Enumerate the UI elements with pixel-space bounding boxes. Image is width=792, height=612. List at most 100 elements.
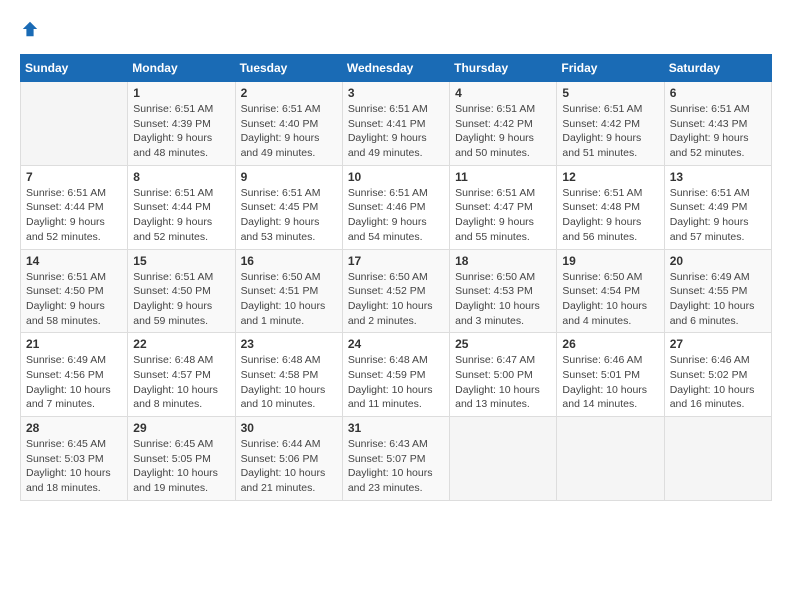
day-number: 2 bbox=[241, 86, 337, 100]
day-number: 5 bbox=[562, 86, 658, 100]
day-number: 18 bbox=[455, 254, 551, 268]
day-number: 13 bbox=[670, 170, 766, 184]
day-number: 31 bbox=[348, 421, 444, 435]
day-number: 24 bbox=[348, 337, 444, 351]
day-number: 22 bbox=[133, 337, 229, 351]
calendar-header: SundayMondayTuesdayWednesdayThursdayFrid… bbox=[21, 55, 772, 82]
day-info: Sunrise: 6:48 AM Sunset: 4:57 PM Dayligh… bbox=[133, 353, 229, 412]
calendar-cell: 22 Sunrise: 6:48 AM Sunset: 4:57 PM Dayli… bbox=[128, 333, 235, 417]
day-info: Sunrise: 6:49 AM Sunset: 4:55 PM Dayligh… bbox=[670, 270, 766, 329]
calendar-cell: 23 Sunrise: 6:48 AM Sunset: 4:58 PM Dayli… bbox=[235, 333, 342, 417]
day-info: Sunrise: 6:44 AM Sunset: 5:06 PM Dayligh… bbox=[241, 437, 337, 496]
day-number: 9 bbox=[241, 170, 337, 184]
day-number: 17 bbox=[348, 254, 444, 268]
day-info: Sunrise: 6:51 AM Sunset: 4:39 PM Dayligh… bbox=[133, 102, 229, 161]
calendar-cell: 11 Sunrise: 6:51 AM Sunset: 4:47 PM Dayli… bbox=[450, 165, 557, 249]
day-info: Sunrise: 6:48 AM Sunset: 4:59 PM Dayligh… bbox=[348, 353, 444, 412]
logo bbox=[20, 20, 40, 38]
calendar-cell: 31 Sunrise: 6:43 AM Sunset: 5:07 PM Dayli… bbox=[342, 417, 449, 501]
calendar-week-row: 21Sunrise: 6:49 AM Sunset: 4:56 PM Dayli… bbox=[21, 333, 772, 417]
day-info: Sunrise: 6:51 AM Sunset: 4:41 PM Dayligh… bbox=[348, 102, 444, 161]
day-number: 6 bbox=[670, 86, 766, 100]
day-info: Sunrise: 6:50 AM Sunset: 4:54 PM Dayligh… bbox=[562, 270, 658, 329]
day-number: 19 bbox=[562, 254, 658, 268]
day-info: Sunrise: 6:45 AM Sunset: 5:03 PM Dayligh… bbox=[26, 437, 122, 496]
logo-icon bbox=[21, 20, 39, 38]
day-number: 25 bbox=[455, 337, 551, 351]
weekday-header: Tuesday bbox=[235, 55, 342, 82]
day-info: Sunrise: 6:46 AM Sunset: 5:02 PM Dayligh… bbox=[670, 353, 766, 412]
day-info: Sunrise: 6:51 AM Sunset: 4:49 PM Dayligh… bbox=[670, 186, 766, 245]
day-number: 12 bbox=[562, 170, 658, 184]
calendar-cell bbox=[664, 417, 771, 501]
calendar-cell: 24 Sunrise: 6:48 AM Sunset: 4:59 PM Dayli… bbox=[342, 333, 449, 417]
calendar-cell: 27 Sunrise: 6:46 AM Sunset: 5:02 PM Dayli… bbox=[664, 333, 771, 417]
day-info: Sunrise: 6:51 AM Sunset: 4:45 PM Dayligh… bbox=[241, 186, 337, 245]
day-info: Sunrise: 6:46 AM Sunset: 5:01 PM Dayligh… bbox=[562, 353, 658, 412]
day-number: 11 bbox=[455, 170, 551, 184]
calendar-week-row: 1 Sunrise: 6:51 AM Sunset: 4:39 PM Daylig… bbox=[21, 82, 772, 166]
day-number: 27 bbox=[670, 337, 766, 351]
day-info: Sunrise: 6:51 AM Sunset: 4:47 PM Dayligh… bbox=[455, 186, 551, 245]
calendar-cell: 3 Sunrise: 6:51 AM Sunset: 4:41 PM Daylig… bbox=[342, 82, 449, 166]
day-number: 8 bbox=[133, 170, 229, 184]
calendar-cell: 25Sunrise: 6:47 AM Sunset: 5:00 PM Dayli… bbox=[450, 333, 557, 417]
calendar-cell: 21Sunrise: 6:49 AM Sunset: 4:56 PM Dayli… bbox=[21, 333, 128, 417]
calendar-cell bbox=[21, 82, 128, 166]
calendar-cell: 28Sunrise: 6:45 AM Sunset: 5:03 PM Dayli… bbox=[21, 417, 128, 501]
calendar-cell: 26 Sunrise: 6:46 AM Sunset: 5:01 PM Dayli… bbox=[557, 333, 664, 417]
day-number: 14 bbox=[26, 254, 122, 268]
calendar-cell: 16Sunrise: 6:50 AM Sunset: 4:51 PM Dayli… bbox=[235, 249, 342, 333]
day-number: 23 bbox=[241, 337, 337, 351]
calendar-table: SundayMondayTuesdayWednesdayThursdayFrid… bbox=[20, 54, 772, 501]
calendar-cell: 29 Sunrise: 6:45 AM Sunset: 5:05 PM Dayli… bbox=[128, 417, 235, 501]
day-number: 10 bbox=[348, 170, 444, 184]
weekday-header: Sunday bbox=[21, 55, 128, 82]
day-info: Sunrise: 6:50 AM Sunset: 4:52 PM Dayligh… bbox=[348, 270, 444, 329]
calendar-cell: 9 Sunrise: 6:51 AM Sunset: 4:45 PM Daylig… bbox=[235, 165, 342, 249]
day-info: Sunrise: 6:51 AM Sunset: 4:43 PM Dayligh… bbox=[670, 102, 766, 161]
weekday-header: Wednesday bbox=[342, 55, 449, 82]
day-info: Sunrise: 6:51 AM Sunset: 4:50 PM Dayligh… bbox=[133, 270, 229, 329]
day-info: Sunrise: 6:51 AM Sunset: 4:46 PM Dayligh… bbox=[348, 186, 444, 245]
calendar-cell: 10 Sunrise: 6:51 AM Sunset: 4:46 PM Dayli… bbox=[342, 165, 449, 249]
day-info: Sunrise: 6:51 AM Sunset: 4:48 PM Dayligh… bbox=[562, 186, 658, 245]
day-info: Sunrise: 6:51 AM Sunset: 4:44 PM Dayligh… bbox=[26, 186, 122, 245]
day-number: 21 bbox=[26, 337, 122, 351]
weekday-header: Saturday bbox=[664, 55, 771, 82]
calendar-week-row: 28Sunrise: 6:45 AM Sunset: 5:03 PM Dayli… bbox=[21, 417, 772, 501]
day-number: 30 bbox=[241, 421, 337, 435]
weekday-header: Friday bbox=[557, 55, 664, 82]
day-info: Sunrise: 6:43 AM Sunset: 5:07 PM Dayligh… bbox=[348, 437, 444, 496]
calendar-cell: 12 Sunrise: 6:51 AM Sunset: 4:48 PM Dayli… bbox=[557, 165, 664, 249]
calendar-week-row: 14 Sunrise: 6:51 AM Sunset: 4:50 PM Dayli… bbox=[21, 249, 772, 333]
day-number: 20 bbox=[670, 254, 766, 268]
calendar-cell: 17 Sunrise: 6:50 AM Sunset: 4:52 PM Dayli… bbox=[342, 249, 449, 333]
day-info: Sunrise: 6:51 AM Sunset: 4:50 PM Dayligh… bbox=[26, 270, 122, 329]
calendar-cell: 19 Sunrise: 6:50 AM Sunset: 4:54 PM Dayli… bbox=[557, 249, 664, 333]
day-number: 4 bbox=[455, 86, 551, 100]
day-info: Sunrise: 6:51 AM Sunset: 4:44 PM Dayligh… bbox=[133, 186, 229, 245]
calendar-cell: 7 Sunrise: 6:51 AM Sunset: 4:44 PM Daylig… bbox=[21, 165, 128, 249]
weekday-header: Monday bbox=[128, 55, 235, 82]
day-info: Sunrise: 6:48 AM Sunset: 4:58 PM Dayligh… bbox=[241, 353, 337, 412]
calendar-cell: 20 Sunrise: 6:49 AM Sunset: 4:55 PM Dayli… bbox=[664, 249, 771, 333]
day-info: Sunrise: 6:51 AM Sunset: 4:42 PM Dayligh… bbox=[455, 102, 551, 161]
day-number: 1 bbox=[133, 86, 229, 100]
day-info: Sunrise: 6:50 AM Sunset: 4:53 PM Dayligh… bbox=[455, 270, 551, 329]
calendar-cell: 5 Sunrise: 6:51 AM Sunset: 4:42 PM Daylig… bbox=[557, 82, 664, 166]
calendar-cell: 15 Sunrise: 6:51 AM Sunset: 4:50 PM Dayli… bbox=[128, 249, 235, 333]
calendar-cell: 18 Sunrise: 6:50 AM Sunset: 4:53 PM Dayli… bbox=[450, 249, 557, 333]
calendar-week-row: 7 Sunrise: 6:51 AM Sunset: 4:44 PM Daylig… bbox=[21, 165, 772, 249]
day-number: 29 bbox=[133, 421, 229, 435]
day-number: 15 bbox=[133, 254, 229, 268]
day-number: 16 bbox=[241, 254, 337, 268]
calendar-cell: 6 Sunrise: 6:51 AM Sunset: 4:43 PM Daylig… bbox=[664, 82, 771, 166]
day-info: Sunrise: 6:45 AM Sunset: 5:05 PM Dayligh… bbox=[133, 437, 229, 496]
day-number: 3 bbox=[348, 86, 444, 100]
day-info: Sunrise: 6:51 AM Sunset: 4:40 PM Dayligh… bbox=[241, 102, 337, 161]
calendar-cell: 1 Sunrise: 6:51 AM Sunset: 4:39 PM Daylig… bbox=[128, 82, 235, 166]
day-info: Sunrise: 6:51 AM Sunset: 4:42 PM Dayligh… bbox=[562, 102, 658, 161]
day-number: 26 bbox=[562, 337, 658, 351]
day-number: 7 bbox=[26, 170, 122, 184]
